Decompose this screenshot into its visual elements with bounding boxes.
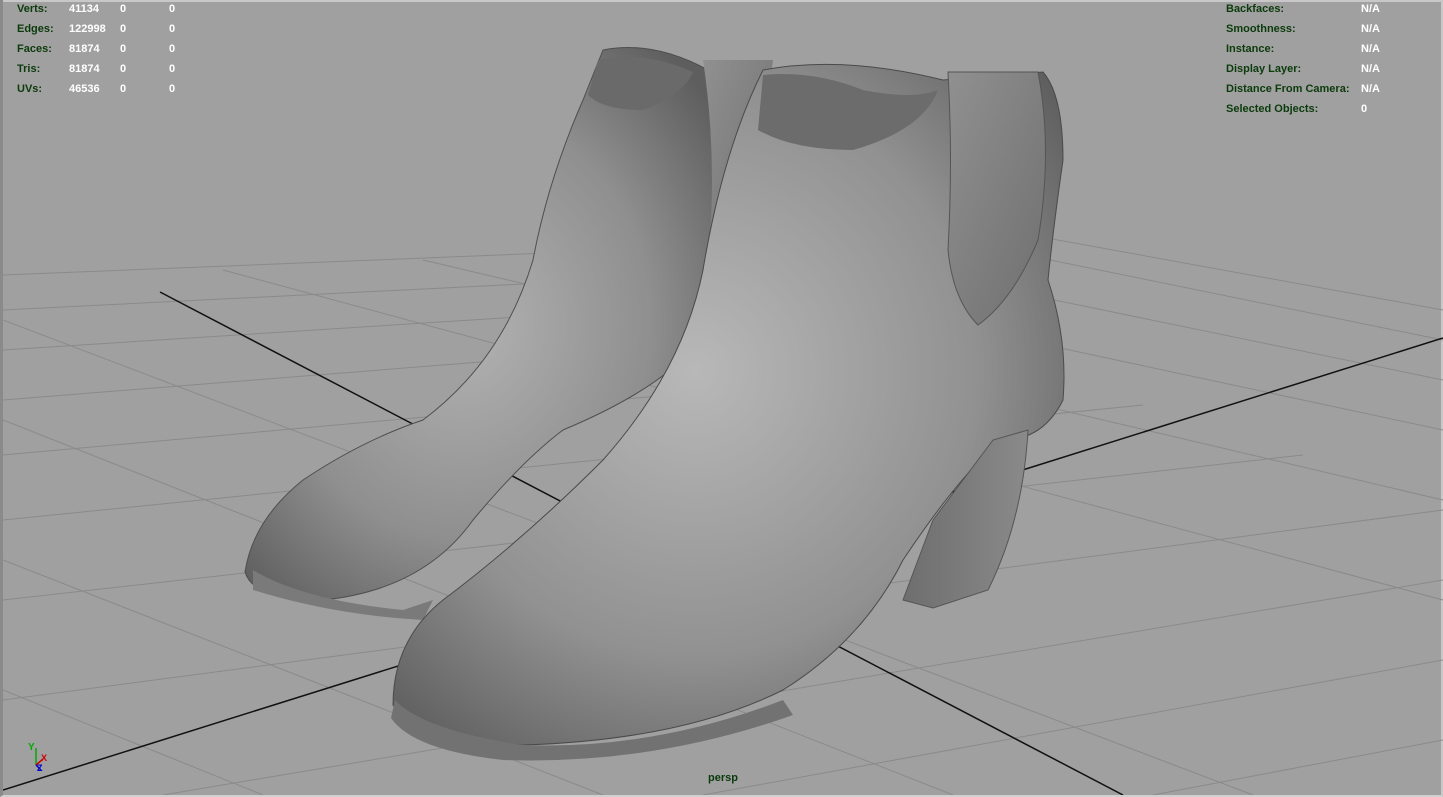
hud-row-instance: Instance: N/A <box>1226 39 1426 59</box>
hud-row-verts: Verts: 41134 0 0 <box>17 0 217 19</box>
hud-row-smoothness: Smoothness: N/A <box>1226 19 1426 39</box>
tris-value: 81874 <box>69 63 100 75</box>
axis-x-label: X <box>41 753 47 763</box>
backfaces-label: Backfaces: <box>1226 3 1285 15</box>
edges-value: 122998 <box>69 23 106 35</box>
faces-components: 0 <box>169 43 176 55</box>
distance-from-camera-value: N/A <box>1361 83 1380 95</box>
verts-components: 0 <box>169 3 176 15</box>
edges-selected: 0 <box>120 23 127 35</box>
verts-label: Verts: <box>17 3 48 15</box>
uvs-label: UVs: <box>17 83 43 95</box>
faces-selected: 0 <box>120 43 127 55</box>
edges-label: Edges: <box>17 23 54 35</box>
selected-objects-value: 0 <box>1361 103 1368 115</box>
backfaces-value: N/A <box>1361 3 1380 15</box>
faces-label: Faces: <box>17 43 52 55</box>
hud-row-tris: Tris: 81874 0 0 <box>17 59 217 79</box>
instance-value: N/A <box>1361 43 1380 55</box>
tris-components: 0 <box>169 63 176 75</box>
poly-count-hud: Verts: 41134 0 0 Edges: 122998 0 0 Faces… <box>17 0 217 99</box>
object-info-hud: Backfaces: N/A Smoothness: N/A Instance:… <box>1226 0 1426 119</box>
scene-canvas[interactable]: Y X Z <box>3 0 1443 795</box>
hud-row-edges: Edges: 122998 0 0 <box>17 19 217 39</box>
edges-components: 0 <box>169 23 176 35</box>
hud-row-distance: Distance From Camera: N/A <box>1226 79 1426 99</box>
tris-label: Tris: <box>17 63 41 75</box>
selected-objects-label: Selected Objects: <box>1226 103 1319 115</box>
distance-from-camera-label: Distance From Camera: <box>1226 83 1350 95</box>
tris-selected: 0 <box>120 63 127 75</box>
uvs-components: 0 <box>169 83 176 95</box>
uvs-selected: 0 <box>120 83 127 95</box>
viewport-persp[interactable]: Y X Z Verts: 41134 0 0 Edges: 122998 0 0… <box>0 0 1443 797</box>
hud-row-selected-objects: Selected Objects: 0 <box>1226 99 1426 119</box>
smoothness-value: N/A <box>1361 23 1380 35</box>
hud-row-backfaces: Backfaces: N/A <box>1226 0 1426 19</box>
axis-y-label: Y <box>28 742 35 753</box>
boots-model <box>244 47 1065 761</box>
verts-value: 41134 <box>69 3 99 15</box>
camera-name-label: persp <box>708 772 738 784</box>
axis-z-label: Z <box>37 763 43 773</box>
verts-selected: 0 <box>120 3 127 15</box>
display-layer-value: N/A <box>1361 63 1380 75</box>
hud-row-faces: Faces: 81874 0 0 <box>17 39 217 59</box>
uvs-value: 46536 <box>69 83 100 95</box>
hud-row-uvs: UVs: 46536 0 0 <box>17 79 217 99</box>
display-layer-label: Display Layer: <box>1226 63 1302 75</box>
instance-label: Instance: <box>1226 43 1275 55</box>
hud-row-display-layer: Display Layer: N/A <box>1226 59 1426 79</box>
smoothness-label: Smoothness: <box>1226 23 1296 35</box>
faces-value: 81874 <box>69 43 100 55</box>
